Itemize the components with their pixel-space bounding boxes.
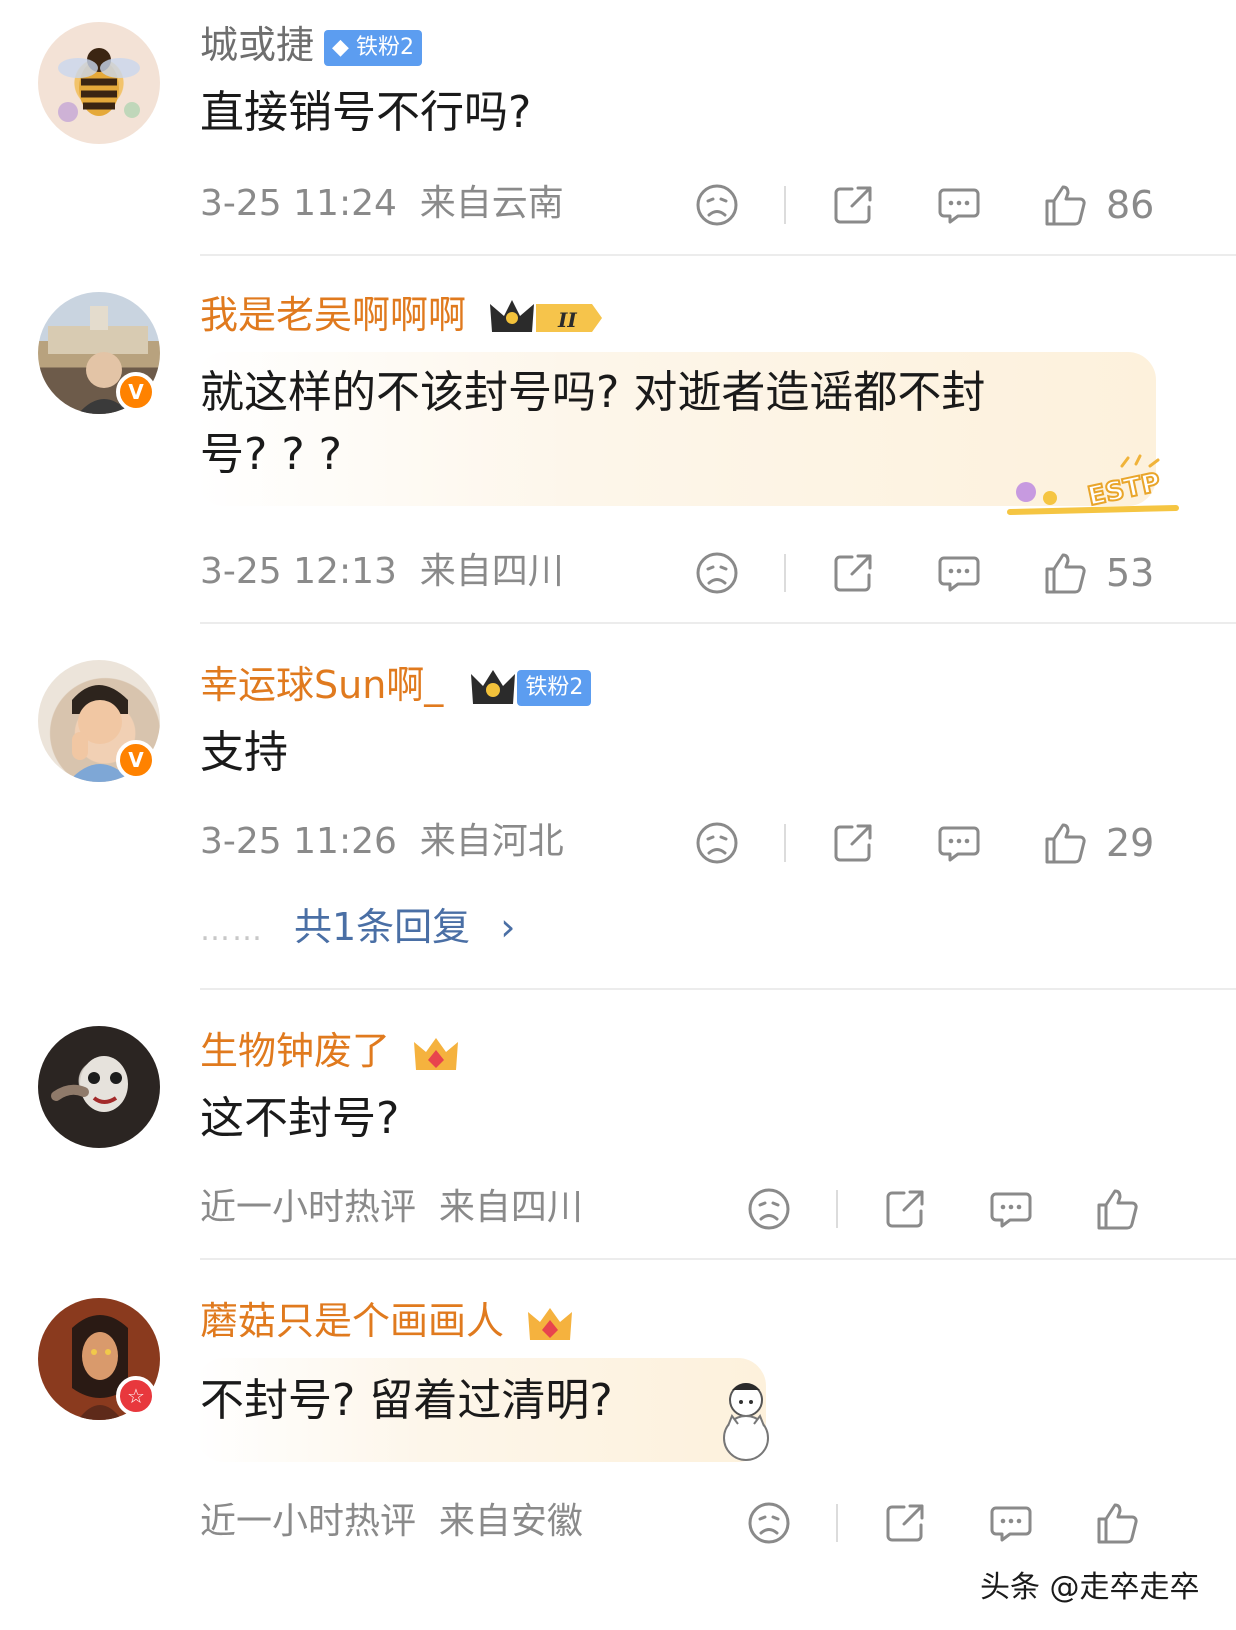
reply-dots: …… (200, 913, 264, 948)
thumbs-up-icon[interactable] (1094, 1500, 1140, 1546)
like-count: 53 (1106, 551, 1155, 595)
comment-text: 这不封号? (200, 1093, 400, 1144)
action-bar: 29 (694, 818, 1154, 868)
comment-meta: 3-25 11:26 来自河北 (200, 820, 564, 864)
sad-face-icon[interactable] (746, 1500, 792, 1546)
comment-location: 来自四川 (438, 1187, 583, 1228)
username[interactable]: 城或捷 ◆ 铁粉2 (200, 20, 422, 70)
comment-item: 城或捷 ◆ 铁粉2 直接销号不行吗? 3-25 11:24 来自云南 86 (0, 0, 1236, 256)
like-count: 86 (1106, 183, 1155, 227)
divider (836, 1504, 838, 1542)
crown-badge-icon: II (490, 299, 603, 332)
comment-icon[interactable] (988, 1186, 1034, 1232)
comment-time: 3-25 12:13 (200, 551, 397, 592)
username-text: 生物钟废了 (200, 1029, 391, 1073)
share-icon[interactable] (882, 1500, 928, 1546)
comment-icon[interactable] (936, 550, 982, 596)
comment-item: V 我是老吴啊啊啊 II 就这样的不该封号吗? 对逝者造谣都不封 号? ? ? … (0, 256, 1236, 624)
action-bar: 53 (694, 548, 1154, 598)
comment-text: 支持 (200, 727, 288, 778)
clown-mask-photo-icon (51, 1056, 128, 1112)
sad-face-icon[interactable] (694, 182, 740, 228)
fan-badge-label: 铁粉2 (525, 674, 584, 700)
divider (784, 186, 786, 224)
thumbs-up-icon[interactable] (1042, 820, 1088, 866)
verified-badge-star-icon: ☆ (116, 1376, 156, 1416)
comment-text-line: 就这样的不该封号吗? 对逝者造谣都不封 (200, 367, 986, 418)
username-text: 我是老吴啊啊啊 (200, 293, 467, 337)
comment-time: 3-25 11:24 (200, 183, 397, 224)
share-icon[interactable] (830, 182, 876, 228)
divider (836, 1190, 838, 1228)
chevron-right-icon: › (500, 905, 516, 949)
thumbs-up-icon[interactable] (1042, 550, 1088, 596)
reply-count-label: 共1条回复 (294, 905, 471, 949)
like-count: 29 (1106, 821, 1155, 865)
share-icon[interactable] (830, 820, 876, 866)
share-icon[interactable] (830, 550, 876, 596)
share-icon[interactable] (882, 1186, 928, 1232)
comment-meta: 3-25 11:24 来自云南 (200, 182, 564, 226)
comment-text: 直接销号不行吗? (200, 87, 532, 138)
watermark: 头条 @走卒走卒 (980, 1570, 1200, 1605)
avatar[interactable] (38, 22, 160, 144)
crown-icon (528, 1307, 573, 1340)
username-text: 幸运球Sun啊_ (200, 663, 444, 707)
comment-text: 就这样的不该封号吗? 对逝者造谣都不封 号? ? ? (200, 362, 985, 486)
comment-location: 来自河北 (419, 821, 564, 862)
comment-meta: 近一小时热评 来自安徽 (200, 1500, 583, 1544)
comment-location: 来自安徽 (438, 1501, 583, 1542)
crown-icon (471, 669, 516, 704)
comment-time: 近一小时热评 (200, 1501, 417, 1542)
estp-label: ESTP (1085, 468, 1163, 513)
username-text: 蘑菇只是个画画人 (200, 1299, 505, 1343)
verified-badge: V (116, 372, 156, 412)
divider (784, 824, 786, 862)
comment-item: V 幸运球Sun啊_ 铁粉2 支持 3-25 11:26 来自河北 29 …… 共… (0, 624, 1236, 990)
fan-badge: 铁粉2 (517, 669, 592, 706)
action-bar (746, 1498, 1140, 1548)
comment-text: 不封号? 留着过清明? (200, 1375, 613, 1426)
avatar[interactable] (38, 1026, 160, 1148)
username[interactable]: 幸运球Sun啊_ 铁粉2 (200, 660, 592, 710)
cat-girl-sticker-icon (723, 1383, 769, 1461)
action-bar (746, 1184, 1140, 1234)
username-text: 城或捷 (200, 23, 315, 67)
comment-meta: 3-25 12:13 来自四川 (200, 550, 564, 594)
fan-badge-label: 铁粉2 (355, 34, 414, 60)
bee-illustration-icon (58, 48, 140, 122)
comment-icon[interactable] (936, 820, 982, 866)
action-bar: 86 (694, 180, 1154, 230)
thumbs-up-icon[interactable] (1094, 1186, 1140, 1232)
username[interactable]: 生物钟废了 (200, 1026, 460, 1076)
crown-level: II (557, 308, 577, 332)
comment-icon[interactable] (988, 1500, 1034, 1546)
comment-location: 来自云南 (419, 183, 564, 224)
comment-meta: 近一小时热评 来自四川 (200, 1186, 583, 1230)
comment-location: 来自四川 (419, 551, 564, 592)
fan-badge: ◆ 铁粉2 (324, 29, 422, 66)
crown-icon (414, 1037, 459, 1070)
sad-face-icon[interactable] (746, 1186, 792, 1232)
username[interactable]: 蘑菇只是个画画人 (200, 1296, 574, 1346)
sad-face-icon[interactable] (694, 550, 740, 596)
estp-sticker-icon: ESTP (1007, 454, 1179, 515)
sad-face-icon[interactable] (694, 820, 740, 866)
divider (784, 554, 786, 592)
comment-icon[interactable] (936, 182, 982, 228)
verified-badge: V (116, 740, 156, 780)
view-replies-link[interactable]: …… 共1条回复 › (200, 896, 515, 951)
comment-time: 近一小时热评 (200, 1187, 417, 1228)
comment-time: 3-25 11:26 (200, 821, 397, 862)
comment-text-line: 号? ? ? (200, 429, 343, 480)
username[interactable]: 我是老吴啊啊啊 II (200, 290, 606, 340)
thumbs-up-icon[interactable] (1042, 182, 1088, 228)
